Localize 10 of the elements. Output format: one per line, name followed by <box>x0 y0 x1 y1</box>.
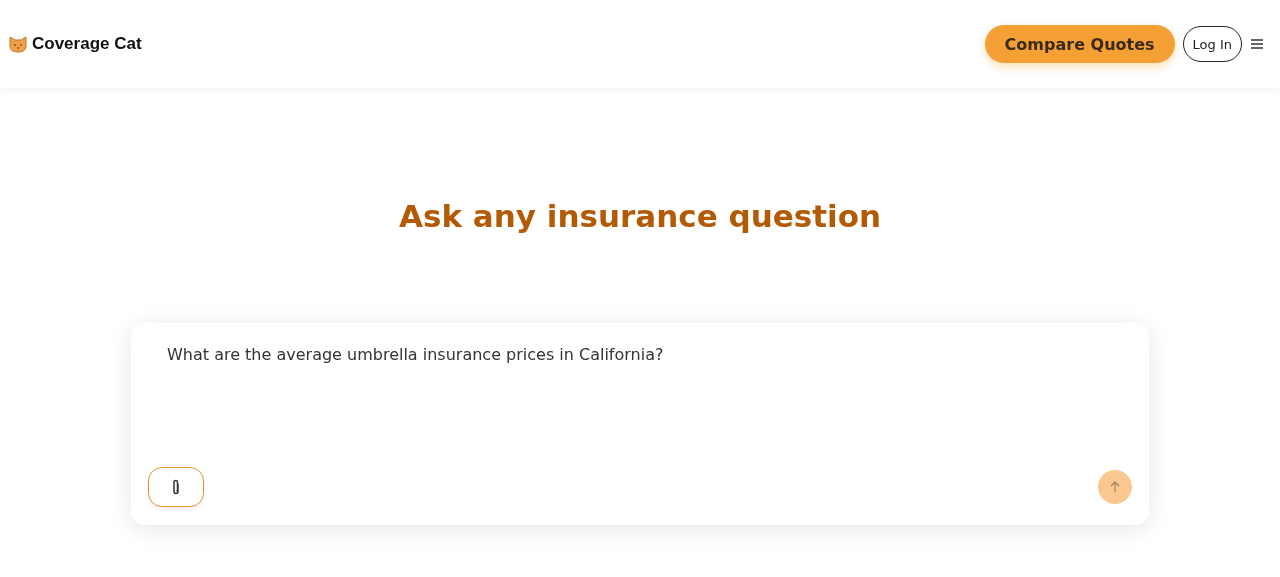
arrow-up-icon <box>1109 481 1121 493</box>
paperclip-icon <box>171 479 181 495</box>
menu-icon[interactable] <box>1250 38 1264 50</box>
page-heading: Ask any insurance question <box>398 197 882 236</box>
login-button[interactable]: Log In <box>1182 26 1242 62</box>
cat-face-icon <box>8 35 28 53</box>
question-field[interactable]: What are the average umbrella insurance prices in California? <box>148 345 1132 467</box>
brand-name[interactable]: Coverage Cat <box>32 34 142 54</box>
attach-button[interactable] <box>148 467 204 507</box>
compare-quotes-button[interactable]: Compare Quotes <box>984 25 1175 63</box>
